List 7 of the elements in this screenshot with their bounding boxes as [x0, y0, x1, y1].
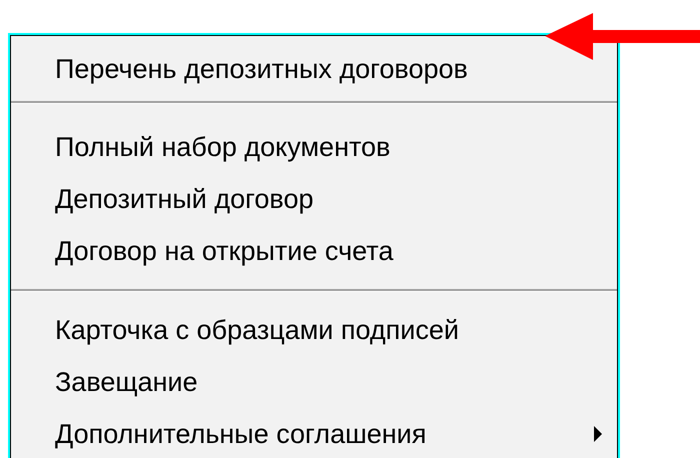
- menu-item[interactable]: Дополнительные соглашения: [11, 408, 617, 458]
- menu-item[interactable]: Карточка с образцами подписей: [11, 304, 617, 356]
- menu-item[interactable]: Перечень депозитных договоров: [11, 43, 617, 95]
- menu-item[interactable]: Полный набор документов: [11, 121, 617, 173]
- menu-item[interactable]: Депозитный договор: [11, 173, 617, 225]
- menu-item[interactable]: Договор на открытие счета: [11, 225, 617, 277]
- menu-item[interactable]: Завещание: [11, 356, 617, 408]
